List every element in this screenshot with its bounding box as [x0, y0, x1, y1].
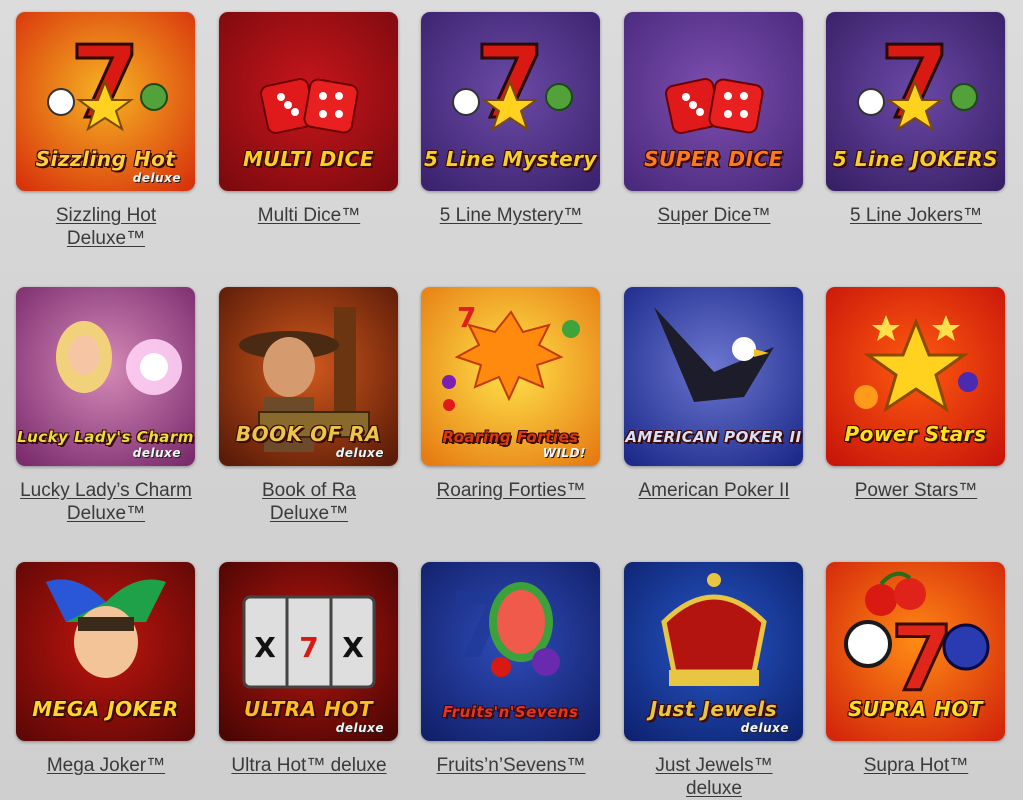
game-thumbnail[interactable]: 7 5 Line JOKERS	[826, 12, 1005, 191]
game-tile[interactable]: MEGA JOKER Mega Joker™	[16, 562, 196, 777]
game-tile[interactable]: SUPER DICE Super Dice™	[624, 12, 804, 227]
game-thumbnail[interactable]: Just Jewels deluxe	[624, 562, 803, 741]
game-thumbnail[interactable]: 7 SUPRA HOT	[826, 562, 1005, 741]
game-logo-subtext: deluxe	[335, 446, 384, 460]
game-thumbnail[interactable]: 7 5 Line Mystery	[421, 12, 600, 191]
game-title-link[interactable]: Mega Joker™	[16, 754, 196, 777]
game-tile[interactable]: 7 SUPRA HOT Supra Hot™	[826, 562, 1006, 777]
game-thumbnail[interactable]: AMERICAN POKER II	[624, 287, 803, 466]
game-logo-text: Sizzling Hot	[35, 147, 176, 171]
game-title-link[interactable]: Super Dice™	[624, 204, 804, 227]
game-title-link[interactable]: Roaring Forties™	[421, 479, 601, 502]
game-thumbnail[interactable]: X 7 X ULTRA HOT deluxe	[219, 562, 398, 741]
game-title-link[interactable]: Lucky Lady’s Charm Deluxe™	[16, 479, 196, 525]
game-logo-text: MEGA JOKER	[32, 697, 179, 721]
game-tile[interactable]: AMERICAN POKER II American Poker II	[624, 287, 804, 502]
game-tile[interactable]: X 7 X ULTRA HOT deluxe Ultra Hot™ deluxe	[219, 562, 399, 777]
game-tile[interactable]: Just Jewels deluxe Just Jewels™ deluxe	[624, 562, 804, 800]
game-thumbnail[interactable]: MEGA JOKER	[16, 562, 195, 741]
game-title-link[interactable]: Just Jewels™ deluxe	[624, 754, 804, 800]
game-grid: 7 Sizzling HotdeluxeSizzling Hot Deluxe™…	[0, 0, 1023, 800]
game-thumbnail[interactable]: 7 Roaring Forties WILD!	[421, 287, 600, 466]
game-title-link[interactable]: Book of Ra Deluxe™	[219, 479, 399, 525]
game-logo-text: SUPRA HOT	[847, 697, 984, 721]
game-logo-text: Just Jewels	[649, 697, 778, 721]
game-tile[interactable]: Power Stars Power Stars™	[826, 287, 1006, 502]
game-title-link[interactable]: American Poker II	[624, 479, 804, 502]
game-logo-subtext: deluxe	[335, 721, 384, 735]
game-title-link[interactable]: Ultra Hot™ deluxe	[219, 754, 399, 777]
game-logo-text: Fruits'n'Sevens	[442, 703, 579, 721]
game-title-link[interactable]: Fruits’n’Sevens™	[421, 754, 601, 777]
game-title-link[interactable]: 5 Line Jokers™	[826, 204, 1006, 227]
game-tile[interactable]: 7 5 Line Mystery 5 Line Mystery™	[421, 12, 601, 227]
game-logo-text: MULTI DICE	[242, 147, 374, 171]
game-thumbnail[interactable]: 7 Sizzling Hotdeluxe	[16, 12, 195, 191]
game-thumbnail[interactable]: Lucky Lady's Charm deluxe	[16, 287, 195, 466]
game-tile[interactable]: 7 Roaring Forties WILD! Roaring Forties™	[421, 287, 601, 502]
game-logo-text: AMERICAN POKER II	[625, 428, 802, 446]
game-thumbnail[interactable]: BOOK OF RA deluxe	[219, 287, 398, 466]
game-title-link[interactable]: Multi Dice™	[219, 204, 399, 227]
game-thumbnail[interactable]: MULTI DICE	[219, 12, 398, 191]
game-title-link[interactable]: Power Stars™	[826, 479, 1006, 502]
game-title-link[interactable]: Supra Hot™	[826, 754, 1006, 777]
game-logo-text: SUPER DICE	[644, 147, 783, 171]
game-thumbnail[interactable]: SUPER DICE	[624, 12, 803, 191]
game-logo-subtext: deluxe	[132, 171, 181, 185]
svg-text:X: X	[254, 631, 276, 664]
game-tile[interactable]: 7 Sizzling Hotdeluxe Sizzling Hot Deluxe™	[16, 12, 196, 250]
game-logo-text: Power Stars	[844, 422, 987, 446]
game-tile[interactable]: BOOK OF RA deluxe Book of Ra Deluxe™	[219, 287, 399, 525]
game-tile[interactable]: 7 Fruits'n'Sevens Fruits’n’Sevens™	[421, 562, 601, 777]
game-logo-subtext: WILD!	[542, 446, 586, 460]
game-title-link[interactable]: Sizzling Hot Deluxe™	[16, 204, 196, 250]
svg-text:X: X	[342, 631, 364, 664]
game-logo-text: Lucky Lady's Charm	[17, 428, 194, 446]
game-logo-subtext: deluxe	[740, 721, 789, 735]
game-logo-text: 5 Line JOKERS	[832, 147, 999, 171]
svg-text:7: 7	[457, 301, 476, 334]
game-tile[interactable]: 7 5 Line JOKERS 5 Line Jokers™	[826, 12, 1006, 227]
game-logo-text: Roaring Forties	[442, 428, 579, 446]
game-thumbnail[interactable]: Power Stars	[826, 287, 1005, 466]
svg-text:7: 7	[299, 631, 318, 664]
game-logo-text: 5 Line Mystery	[423, 147, 598, 171]
game-thumbnail[interactable]: 7 Fruits'n'Sevens	[421, 562, 600, 741]
game-tile[interactable]: MULTI DICE Multi Dice™	[219, 12, 399, 227]
game-logo-text: ULTRA HOT	[243, 697, 374, 721]
game-title-link[interactable]: 5 Line Mystery™	[421, 204, 601, 227]
game-logo-text: BOOK OF RA	[235, 422, 382, 446]
game-logo-subtext: deluxe	[132, 446, 181, 460]
game-tile[interactable]: Lucky Lady's Charm deluxe Lucky Lady’s Cha…	[16, 287, 196, 525]
